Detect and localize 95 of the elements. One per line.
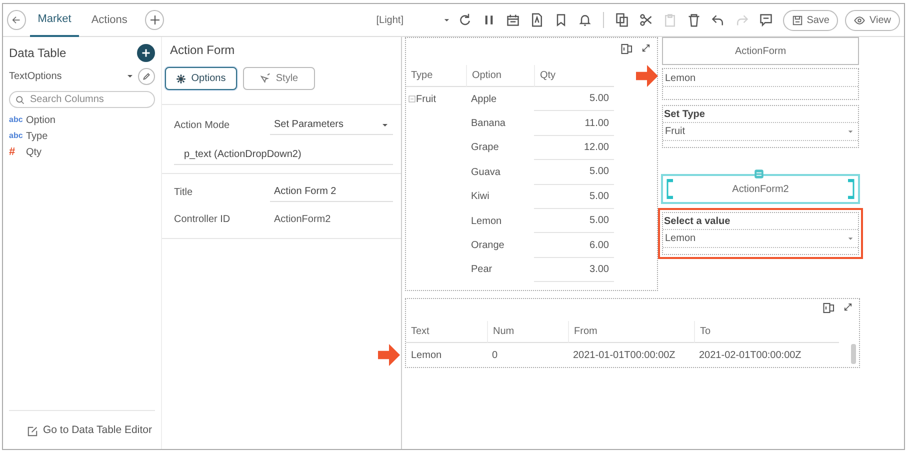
add-tab-button[interactable]	[145, 10, 164, 30]
dropdown-field[interactable]: Fruit	[663, 122, 858, 141]
table-cell-text: Grape	[470, 141, 500, 156]
export-icon[interactable]	[621, 43, 633, 55]
dropdown-label: Select a value	[663, 215, 732, 229]
scrollbar-thumb[interactable]	[851, 344, 856, 364]
field-label: Title	[174, 186, 194, 200]
save-icon	[792, 14, 803, 26]
table-cell: 5.00	[534, 208, 614, 234]
column-name[interactable]: Option	[26, 112, 56, 128]
column-header[interactable]: Num	[487, 321, 568, 343]
bell-icon	[578, 13, 592, 27]
plus-icon	[148, 14, 161, 26]
view-button[interactable]: View	[845, 10, 900, 30]
table-cell: 12.00	[534, 136, 614, 160]
eye-icon	[854, 14, 866, 26]
caret-icon	[847, 128, 854, 135]
save-button[interactable]: Save	[782, 10, 838, 30]
undo-icon	[710, 13, 725, 27]
dropdown-field[interactable]: Lemon	[663, 229, 858, 248]
search-icon	[15, 95, 25, 105]
panel-title: Action Form	[169, 42, 236, 59]
caret-icon[interactable]	[126, 72, 134, 80]
style-tab[interactable]: Style	[243, 67, 315, 90]
clipboard-icon	[662, 13, 677, 27]
selection-bracket-icon	[847, 179, 855, 199]
column-header[interactable]: Type	[406, 65, 466, 87]
back-icon	[11, 15, 22, 25]
collapse-icon	[408, 95, 416, 104]
text-type-icon: abc	[9, 114, 26, 126]
form-button[interactable]: ActionForm	[662, 37, 859, 65]
refresh-icon	[458, 13, 472, 27]
expand-icon[interactable]	[641, 43, 651, 53]
data-table-editor-link[interactable]: Go to Data Table Editor	[43, 423, 152, 439]
expand-icon[interactable]	[843, 302, 853, 312]
comment-icon	[758, 13, 773, 27]
export-icon[interactable]	[823, 302, 835, 314]
dropdown-label: Set Type	[663, 108, 706, 122]
column-header[interactable]: To	[694, 321, 839, 343]
table-cell: 3.00	[534, 258, 614, 282]
group-cell[interactable]: Fruit	[408, 92, 436, 107]
table-cell-text: 2021-01-01T00:00:00Z	[572, 348, 676, 363]
column-name[interactable]: Type	[26, 128, 48, 144]
table-cell-text: 0	[491, 348, 499, 363]
table-cell-text: Pear	[470, 263, 494, 278]
field-label: Controller ID	[174, 212, 232, 226]
data-source-dropdown[interactable]: TextOptions	[9, 68, 122, 84]
table-cell: 5.00	[534, 160, 614, 185]
copy-icon	[614, 13, 629, 27]
table-cell-text: Lemon	[470, 214, 503, 229]
table-cell-text: Orange	[470, 239, 506, 254]
tab[interactable]: Market	[30, 4, 80, 36]
document-icon	[530, 13, 544, 27]
scissors-icon	[638, 13, 653, 27]
caret-icon[interactable]	[443, 16, 451, 24]
tab[interactable]: Actions	[83, 4, 136, 36]
column-header[interactable]: Text	[406, 321, 487, 343]
table-cell-text: Lemon	[410, 348, 443, 363]
gear-icon	[176, 74, 186, 84]
edit-button[interactable]	[138, 68, 155, 84]
back-button[interactable]	[7, 10, 26, 30]
selected-form-button[interactable]: ActionForm2	[662, 175, 859, 203]
add-data-table-button[interactable]	[137, 44, 155, 62]
pencil-icon	[142, 72, 151, 80]
plus-icon	[141, 48, 151, 58]
caret-icon	[847, 235, 854, 242]
edit-icon	[27, 426, 38, 437]
controller-id-value: ActionForm2	[273, 212, 331, 226]
table-cell-text: Banana	[470, 117, 506, 132]
trash-icon	[686, 13, 701, 27]
options-tab[interactable]: Options	[165, 67, 237, 90]
panel-title: Data Table	[9, 45, 66, 62]
table-cell: 5.00	[534, 87, 614, 112]
table-cell-text: Guava	[470, 166, 502, 180]
number-type-icon: #	[9, 144, 26, 160]
field-label: Action Mode	[174, 118, 231, 132]
table-cell: 5.00	[534, 184, 614, 209]
title-field[interactable]: Action Form 2	[270, 182, 393, 202]
action-mode-dropdown[interactable]: Set Parameters	[270, 115, 393, 135]
calendar-icon	[506, 13, 520, 27]
table-cell-text: Apple	[470, 92, 498, 107]
selection-bracket-icon	[666, 179, 674, 199]
redo-icon	[734, 13, 749, 27]
table-cell: 11.00	[534, 111, 614, 136]
column-name[interactable]: Qty	[26, 144, 42, 160]
search-field[interactable]: Search Columns	[9, 91, 155, 108]
parameter-field[interactable]: p_text (ActionDropDown2)	[174, 145, 393, 165]
table-cell-text: 2021-02-01T00:00:00Z	[698, 348, 802, 363]
text-type-icon: abc	[9, 130, 26, 142]
theme-label: [Light]	[376, 14, 404, 28]
column-header[interactable]: Qty	[534, 65, 614, 87]
column-header[interactable]: From	[568, 321, 694, 343]
table-cell: 6.00	[534, 233, 614, 258]
table-cell-text: Kiwi	[470, 190, 490, 204]
column-header[interactable]: Option	[466, 65, 534, 87]
